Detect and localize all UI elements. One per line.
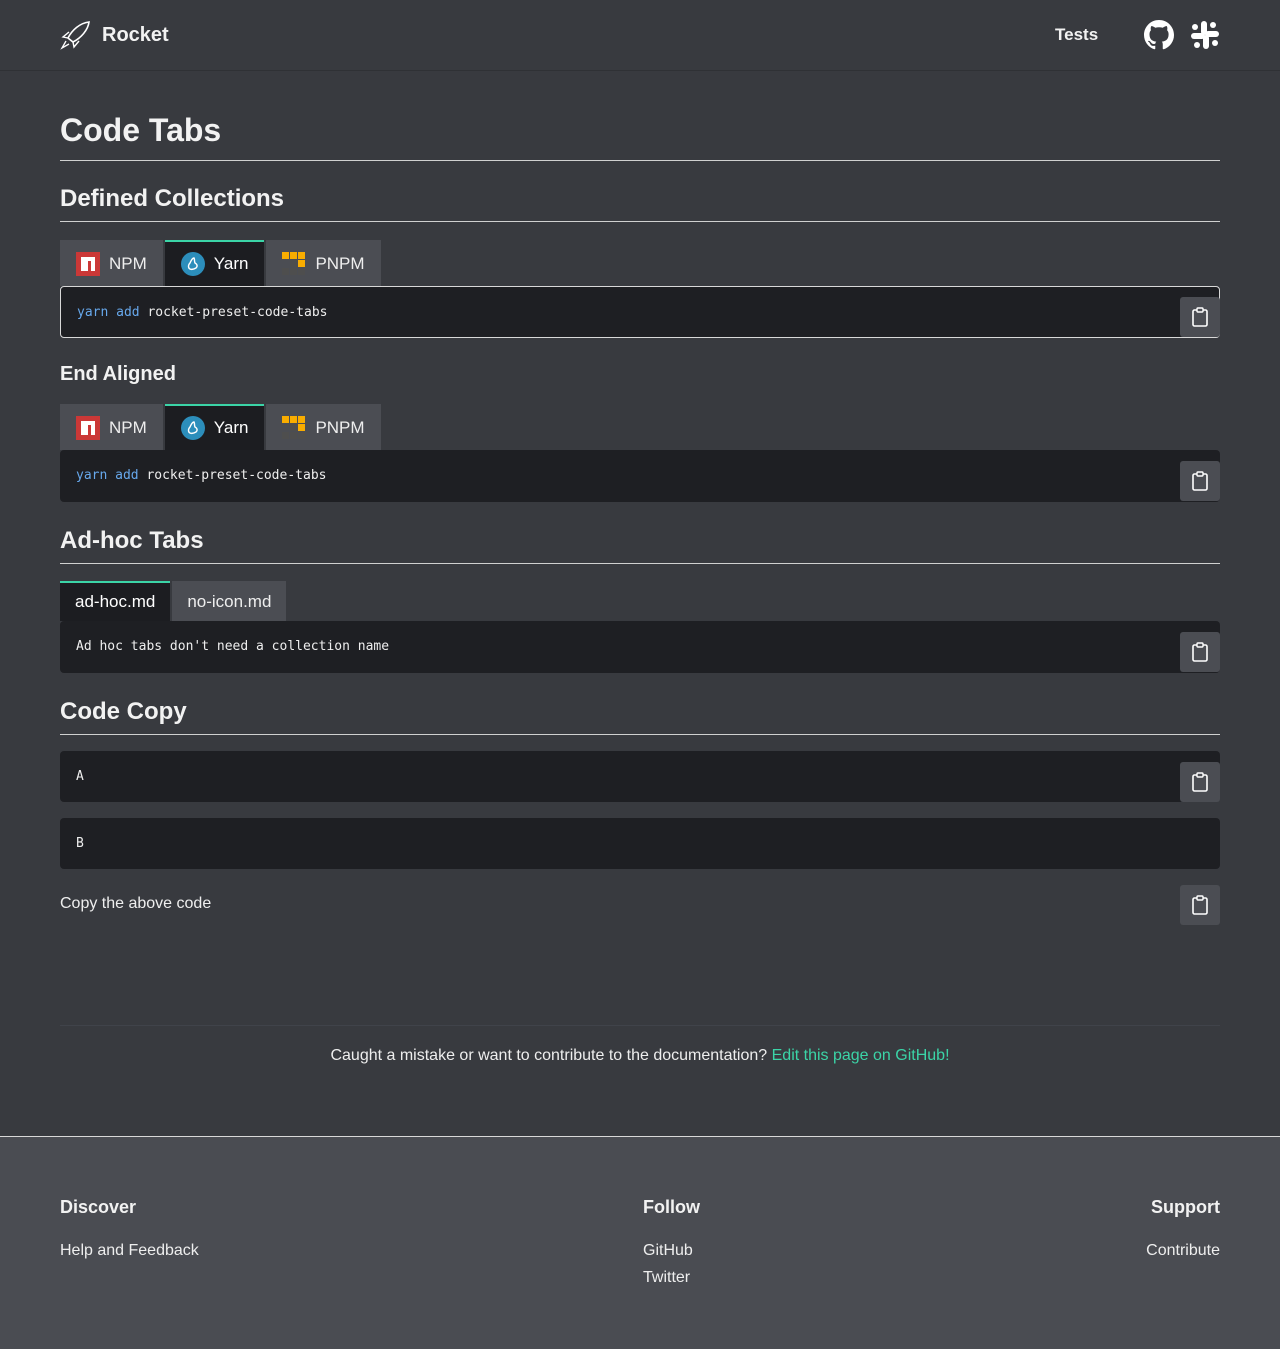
footer-link-twitter[interactable]: Twitter <box>643 1269 700 1287</box>
page-title: Code Tabs <box>60 112 1220 161</box>
clipboard-icon <box>1192 642 1208 662</box>
code-argument: rocket-preset-code-tabs <box>147 305 328 320</box>
footer-column-support: Support Contribute <box>1146 1197 1220 1269</box>
footer-heading-follow: Follow <box>643 1197 700 1217</box>
pnpm-icon <box>282 416 306 439</box>
content-divider <box>60 1025 1220 1026</box>
code-block-yarn-end-aligned: yarn add rocket-preset-code-tabs <box>60 450 1220 502</box>
copy-button[interactable] <box>1180 632 1220 672</box>
tab-label: no-icon.md <box>187 592 272 611</box>
slack-icon[interactable] <box>1189 19 1221 51</box>
brand-link[interactable]: Rocket <box>60 20 169 50</box>
nav-link-tests[interactable]: Tests <box>1055 25 1098 45</box>
tab-label: Yarn <box>213 418 249 437</box>
code-keyword: add <box>116 305 140 320</box>
pnpm-icon <box>282 252 306 275</box>
tab-list-defined-collections: NPM Yarn PNPM <box>60 240 383 286</box>
code-text: Ad hoc tabs don't need a collection name <box>76 639 390 654</box>
tab-adhoc-md[interactable]: ad-hoc.md <box>60 581 171 621</box>
copy-button[interactable] <box>1180 297 1220 337</box>
github-icon[interactable] <box>1144 20 1174 50</box>
footer-column-follow: Follow GitHub Twitter <box>643 1197 700 1296</box>
section-heading-end-aligned: End Aligned <box>60 363 176 385</box>
code-argument: rocket-preset-code-tabs <box>146 468 327 483</box>
npm-icon <box>76 252 100 276</box>
tab-list-adhoc: ad-hoc.md no-icon.md <box>60 581 288 621</box>
copy-button[interactable] <box>1180 885 1220 925</box>
tab-pnpm[interactable]: PNPM <box>266 240 381 286</box>
tab-npm[interactable]: NPM <box>60 240 163 286</box>
code-keyword: yarn <box>76 468 108 483</box>
footer-heading-support: Support <box>1151 1197 1220 1217</box>
section-heading-code-copy: Code Copy <box>60 698 1220 735</box>
code-block-adhoc: Ad hoc tabs don't need a collection name <box>60 621 1220 673</box>
footer-column-discover: Discover Help and Feedback <box>60 1197 199 1269</box>
clipboard-icon <box>1192 307 1208 327</box>
clipboard-icon <box>1192 471 1208 491</box>
edit-on-github-link[interactable]: Edit this page on GitHub! <box>772 1047 950 1064</box>
tab-label: ad-hoc.md <box>75 592 156 611</box>
copy-button[interactable] <box>1180 762 1220 802</box>
code-block-a: A <box>60 751 1220 802</box>
footer-link-github[interactable]: GitHub <box>643 1242 700 1260</box>
code-text: B <box>76 836 84 851</box>
tab-pnpm[interactable]: PNPM <box>266 404 381 450</box>
section-heading-adhoc-tabs: Ad-hoc Tabs <box>60 527 1220 564</box>
tab-npm[interactable]: NPM <box>60 404 163 450</box>
brand-name: Rocket <box>102 23 169 46</box>
yarn-icon <box>180 252 205 276</box>
code-keyword: add <box>115 468 139 483</box>
footer-link-help-feedback[interactable]: Help and Feedback <box>60 1242 199 1260</box>
footer-link-contribute[interactable]: Contribute <box>1146 1242 1220 1260</box>
rocket-logo-icon <box>60 21 90 50</box>
copy-description: Copy the above code <box>60 895 212 912</box>
contribute-notice: Caught a mistake or want to contribute t… <box>0 1047 1280 1065</box>
code-keyword: yarn <box>77 305 109 320</box>
tab-label: PNPM <box>315 418 365 437</box>
footer-heading-discover: Discover <box>60 1197 137 1217</box>
site-footer: Discover Help and Feedback Follow GitHub… <box>0 1136 1280 1349</box>
code-text: A <box>76 769 84 784</box>
contribute-text: Caught a mistake or want to contribute t… <box>330 1047 768 1064</box>
clipboard-icon <box>1192 772 1208 792</box>
tab-list-end-aligned: NPM Yarn PNPM <box>60 404 383 450</box>
tab-yarn[interactable]: Yarn <box>164 240 265 286</box>
tab-label: NPM <box>109 418 147 437</box>
npm-icon <box>76 416 100 440</box>
tab-yarn[interactable]: Yarn <box>164 404 265 450</box>
code-block-yarn-defined: yarn add rocket-preset-code-tabs <box>60 286 1220 338</box>
yarn-icon <box>180 416 205 440</box>
section-heading-defined-collections: Defined Collections <box>60 185 1220 222</box>
tab-label: Yarn <box>213 254 249 273</box>
code-block-b: B <box>60 818 1220 869</box>
tab-label: NPM <box>109 254 147 273</box>
clipboard-icon <box>1192 895 1208 915</box>
tab-no-icon-md[interactable]: no-icon.md <box>172 581 287 621</box>
copy-button[interactable] <box>1180 461 1220 501</box>
site-header: Rocket Tests <box>0 0 1280 71</box>
tab-label: PNPM <box>315 254 365 273</box>
